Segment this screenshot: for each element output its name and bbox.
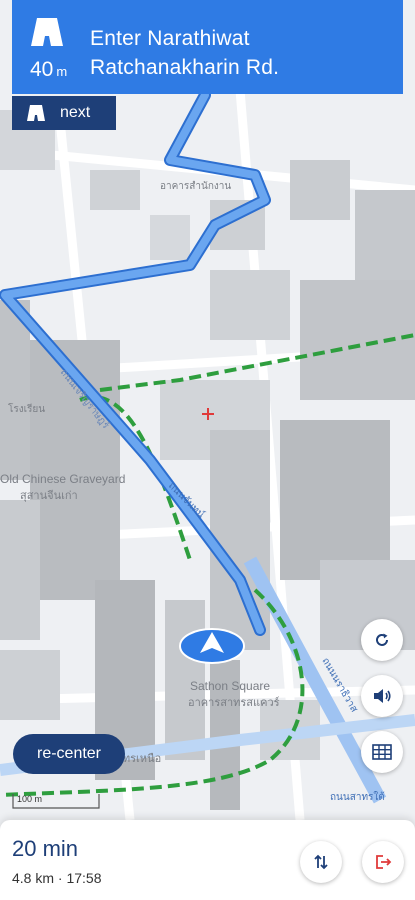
eta-duration: 20 min bbox=[12, 836, 79, 861]
street-line-2: Ratchanakharin Rd. bbox=[90, 56, 280, 79]
maneuver-street: Enter Narathiwat Ratchanakharin Rd. bbox=[90, 24, 279, 82]
location-puck bbox=[179, 628, 245, 664]
maneuver-banner: 40 m Enter Narathiwat Ratchanakharin Rd. bbox=[12, 0, 403, 94]
scale-bar: 100 m bbox=[12, 792, 100, 810]
exit-icon bbox=[376, 855, 392, 869]
area-label: โรงเรียน bbox=[8, 402, 45, 415]
building-label: อาคารสำนักงาน bbox=[160, 181, 231, 192]
cemetery-label: Old Chinese Graveyard bbox=[0, 472, 125, 486]
alternate-routes-button[interactable] bbox=[300, 841, 342, 883]
street-line-1: Enter Narathiwat bbox=[90, 27, 250, 50]
road-ahead-icon bbox=[31, 18, 63, 46]
refresh-button[interactable] bbox=[361, 619, 403, 661]
grid-button[interactable] bbox=[361, 731, 403, 773]
keyboard-grid-icon bbox=[372, 744, 392, 760]
distance-value: 40 bbox=[30, 58, 54, 81]
sound-button[interactable] bbox=[361, 675, 403, 717]
recenter-button[interactable]: re-center bbox=[13, 734, 125, 774]
next-label: next bbox=[60, 104, 91, 121]
square-label: Sathon Square bbox=[190, 679, 270, 693]
maneuver-distance: 40 m bbox=[30, 58, 67, 82]
swap-routes-icon bbox=[314, 854, 328, 870]
cemetery-label-th: สุสานจีนเก่า bbox=[20, 489, 78, 502]
eta-details: 4.8 km · 17:58 bbox=[12, 870, 102, 886]
next-maneuver: next bbox=[12, 96, 116, 130]
distance-unit: m bbox=[56, 64, 68, 79]
refresh-icon bbox=[376, 633, 388, 646]
recenter-label: re-center bbox=[36, 745, 102, 762]
exit-navigation-button[interactable] bbox=[362, 841, 404, 883]
eta-panel: 20 min 4.8 km · 17:58 bbox=[0, 820, 415, 900]
square-label-th: อาคารสาทรสแควร์ bbox=[188, 696, 280, 709]
next-road-icon bbox=[27, 105, 45, 121]
speaker-icon bbox=[374, 689, 391, 703]
scale-label: 100 m bbox=[17, 794, 43, 804]
road-label-bottom-right: ถนนสาทรใต้ bbox=[330, 791, 385, 803]
